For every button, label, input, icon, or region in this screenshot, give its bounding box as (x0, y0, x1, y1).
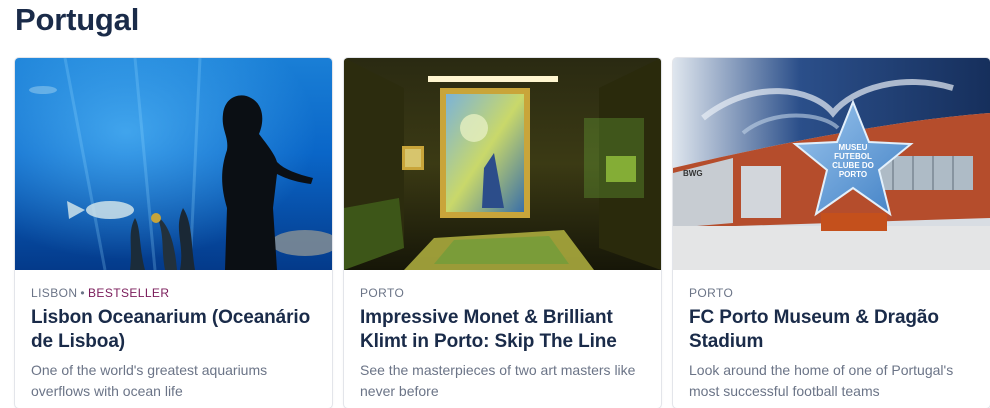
activity-card-lisbon-oceanarium[interactable]: LISBON • BESTSELLER Lisbon Oceanarium (Oce… (15, 58, 332, 408)
card-meta: PORTO (360, 286, 645, 300)
star-text-line: PORTO (839, 170, 867, 179)
location-label: PORTO (689, 286, 734, 300)
activity-cards-row: LISBON • BESTSELLER Lisbon Oceanarium (Oce… (15, 58, 990, 408)
location-label: PORTO (360, 286, 405, 300)
card-meta: PORTO (689, 286, 974, 300)
bestseller-badge: BESTSELLER (88, 286, 170, 300)
meta-separator: • (80, 286, 86, 300)
card-title[interactable]: Lisbon Oceanarium (Oceanário de Lisboa) (31, 306, 316, 354)
star-text-line: CLUBE DO (832, 161, 874, 170)
location-label: LISBON (31, 286, 78, 300)
svg-text:BWG: BWG (683, 169, 703, 178)
card-description: See the masterpieces of two art masters … (360, 362, 636, 399)
card-title[interactable]: Impressive Monet & Brilliant Klimt in Po… (360, 306, 645, 354)
page-title: Portugal (15, 2, 140, 37)
card-title[interactable]: FC Porto Museum & Dragão Stadium (689, 306, 974, 354)
aquarium-photo (15, 58, 332, 270)
art-exhibition-photo (344, 58, 661, 270)
card-meta: LISBON • BESTSELLER (31, 286, 316, 300)
card-description: Look around the home of one of Portugal'… (689, 362, 954, 399)
activity-card-fc-porto-museum[interactable]: BWG MUSEU FUTEBOL CLUBE DO PORTO PORTO F… (673, 58, 990, 408)
stadium-photo: BWG MUSEU FUTEBOL CLUBE DO PORTO (673, 58, 990, 270)
card-description: One of the world's greatest aquariums ov… (31, 362, 268, 399)
star-text-line: MUSEU (839, 143, 868, 152)
activity-card-monet-klimt[interactable]: PORTO Impressive Monet & Brilliant Klimt… (344, 58, 661, 408)
star-text-line: FUTEBOL (834, 152, 872, 161)
